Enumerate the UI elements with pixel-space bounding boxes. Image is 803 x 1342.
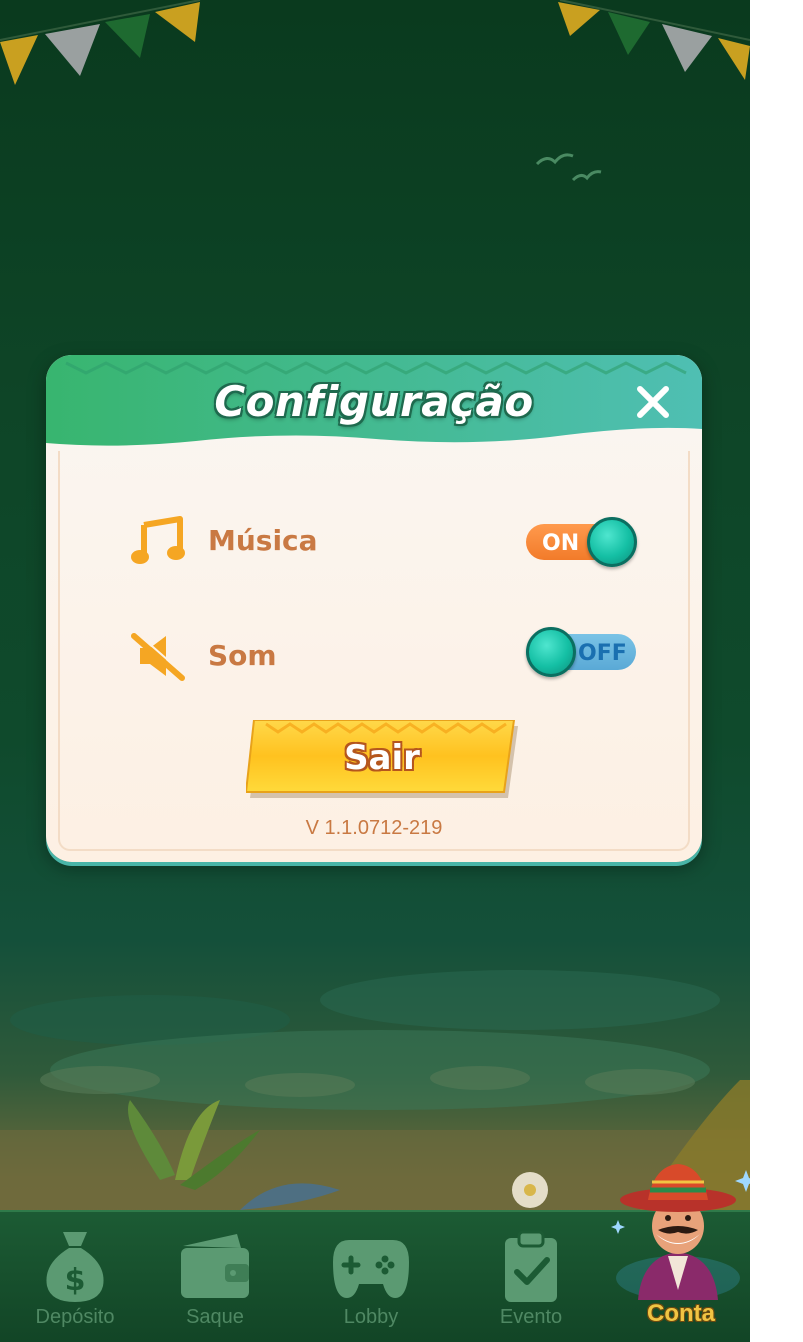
modal-title: Configuração: [214, 377, 534, 426]
clipboard-check-icon: [505, 1230, 557, 1302]
exit-button-label: Sair: [344, 738, 420, 778]
nav-label-saque: Saque: [186, 1306, 244, 1328]
close-icon[interactable]: [634, 383, 672, 421]
bunting-decoration: [0, 0, 750, 85]
toggle-state-on: ON: [542, 531, 580, 556]
nav-label-conta: Conta: [647, 1300, 715, 1327]
setting-label-sound: Som: [208, 639, 277, 672]
nav-label-evento: Evento: [499, 1306, 563, 1328]
music-note-icon: [131, 516, 185, 564]
settings-modal: Configuração Música ON Som OFF Sair V 1.…: [46, 355, 702, 862]
nav-item-lobby[interactable]: Lobby: [296, 1212, 446, 1342]
exit-button[interactable]: Sair: [244, 719, 518, 798]
setting-label-music: Música: [208, 524, 318, 557]
nav-label-lobby: Lobby: [343, 1306, 399, 1328]
toggle-knob: [526, 627, 576, 677]
wallet-icon: [181, 1234, 249, 1298]
version-text: V 1.1.0712-219: [305, 817, 443, 839]
right-blank-margin: [750, 0, 803, 1342]
toggle-state-off: OFF: [578, 641, 627, 666]
sound-muted-icon: [131, 632, 186, 681]
music-toggle[interactable]: ON: [526, 517, 637, 567]
nav-label-deposito: Depósito: [35, 1306, 115, 1328]
birds-decoration: [535, 153, 602, 182]
toggle-knob: [587, 517, 637, 567]
game-screen: Configuração Música ON Som OFF Sair V 1.…: [0, 0, 750, 1342]
nav-item-deposito[interactable]: $ Depósito: [0, 1212, 150, 1342]
sound-toggle[interactable]: OFF: [526, 627, 636, 677]
gamepad-icon: [333, 1240, 409, 1298]
money-bag-icon: $: [46, 1232, 104, 1302]
avatar-mascot-icon: [611, 1164, 750, 1300]
nav-item-evento[interactable]: Evento: [456, 1212, 606, 1342]
svg-text:$: $: [65, 1263, 86, 1298]
nav-item-saque[interactable]: Saque: [140, 1212, 290, 1342]
